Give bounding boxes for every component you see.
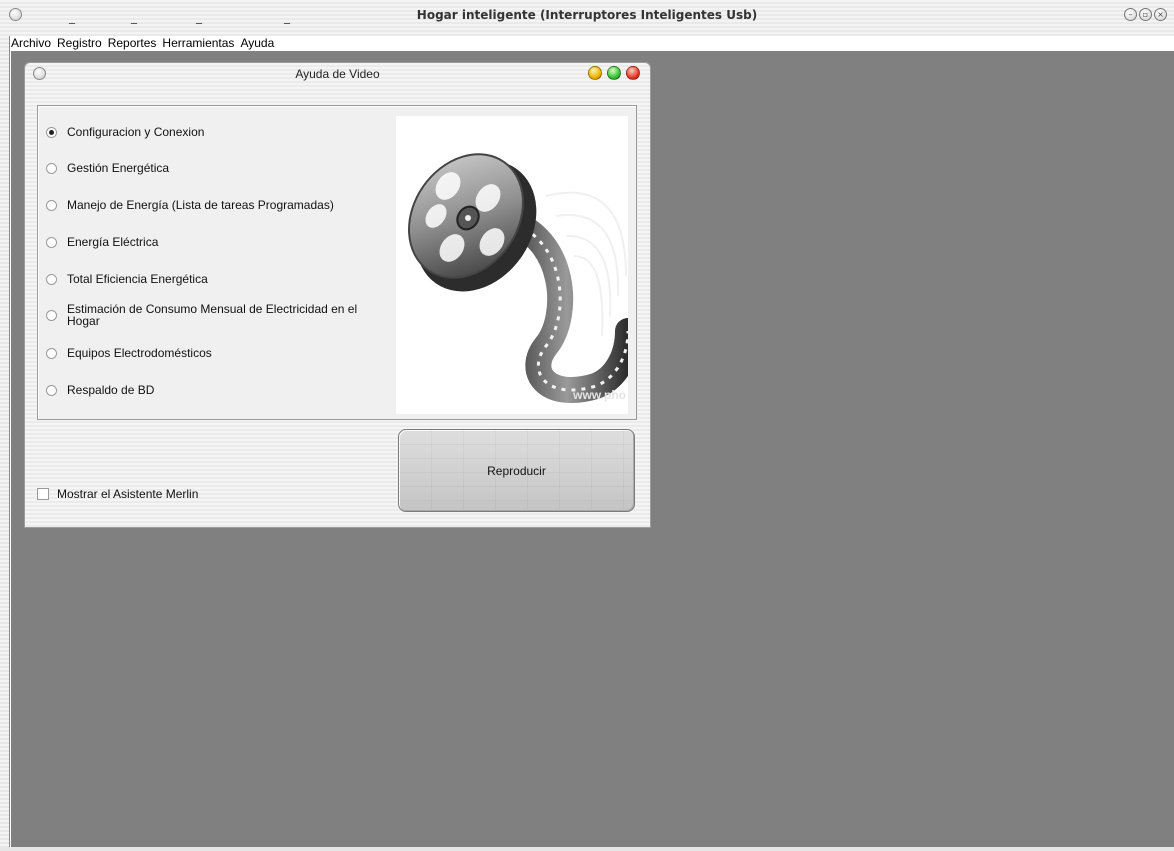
- radio-label: Total Eficiencia Energética: [67, 272, 208, 286]
- window-controls: – ▫ ×: [1124, 8, 1167, 21]
- film-reel-icon: [408, 153, 628, 403]
- play-button[interactable]: Reproducir: [398, 429, 635, 512]
- close-icon[interactable]: ×: [1154, 8, 1167, 21]
- menu-archivo[interactable]: Archivo: [11, 36, 51, 51]
- radio-label: Equipos Electrodomésticos: [67, 346, 212, 360]
- radio-button[interactable]: [46, 273, 57, 285]
- film-reel-image: www.pho: [396, 116, 628, 414]
- video-help-dialog: Ayuda de Video Configuracion y Conexion …: [24, 62, 651, 528]
- radio-button[interactable]: [46, 236, 57, 248]
- merlin-assistant-option[interactable]: Mostrar el Asistente Merlin: [37, 487, 198, 501]
- dialog-titlebar[interactable]: Ayuda de Video: [25, 63, 650, 85]
- restore-icon[interactable]: ▫: [1139, 8, 1152, 21]
- radio-label: Estimación de Consumo Mensual de Electri…: [67, 302, 358, 328]
- radio-button[interactable]: [46, 309, 57, 321]
- main-titlebar: _ _ _ _ Hogar inteligente (Interruptores…: [0, 0, 1174, 36]
- radio-option-gestion[interactable]: Gestión Energética: [46, 162, 169, 174]
- radio-option-total-eficiencia[interactable]: Total Eficiencia Energética: [46, 273, 208, 285]
- radio-option-configuracion[interactable]: Configuracion y Conexion: [46, 126, 204, 138]
- radio-option-estimacion[interactable]: Estimación de Consumo Mensual de Electri…: [46, 303, 362, 327]
- main-window-bottom-border: [0, 847, 1174, 851]
- window-title: Hogar inteligente (Interruptores Intelig…: [416, 8, 758, 22]
- radio-option-manejo[interactable]: Manejo de Energía (Lista de tareas Progr…: [46, 199, 334, 211]
- radio-label: Configuracion y Conexion: [67, 125, 205, 139]
- maximize-icon[interactable]: [607, 66, 621, 80]
- radio-button[interactable]: [46, 126, 57, 138]
- radio-button[interactable]: [46, 162, 57, 174]
- radio-option-respaldo[interactable]: Respaldo de BD: [46, 384, 154, 396]
- menu-herramientas[interactable]: Herramientas: [162, 36, 234, 51]
- radio-label: Gestión Energética: [67, 161, 170, 175]
- radio-option-equipos[interactable]: Equipos Electrodomésticos: [46, 347, 212, 359]
- radio-button[interactable]: [46, 347, 57, 359]
- menu-ayuda[interactable]: Ayuda: [240, 36, 274, 51]
- radio-label: Energía Eléctrica: [67, 235, 159, 249]
- merlin-checkbox-label: Mostrar el Asistente Merlin: [57, 487, 199, 501]
- merlin-checkbox[interactable]: [37, 488, 49, 500]
- dialog-title: Ayuda de Video: [295, 67, 380, 81]
- radio-option-energia-electrica[interactable]: Energía Eléctrica: [46, 236, 158, 248]
- radio-button[interactable]: [46, 384, 57, 396]
- dialog-window-controls: [588, 66, 640, 80]
- menu-registro[interactable]: Registro: [57, 36, 102, 51]
- radio-button[interactable]: [46, 199, 57, 211]
- minimize-icon[interactable]: –: [1124, 8, 1137, 21]
- radio-label: Manejo de Energía (Lista de tareas Progr…: [67, 198, 334, 212]
- menu-reportes[interactable]: Reportes: [108, 36, 157, 51]
- menu-bar: Archivo Registro Reportes Herramientas A…: [10, 36, 1174, 51]
- video-options-group: Configuracion y Conexion Gestión Energét…: [37, 105, 637, 420]
- radio-label: Respaldo de BD: [67, 383, 155, 397]
- main-window-left-border: [0, 36, 10, 851]
- minimize-icon[interactable]: [588, 66, 602, 80]
- image-watermark: www.pho: [573, 388, 626, 402]
- close-icon[interactable]: [626, 66, 640, 80]
